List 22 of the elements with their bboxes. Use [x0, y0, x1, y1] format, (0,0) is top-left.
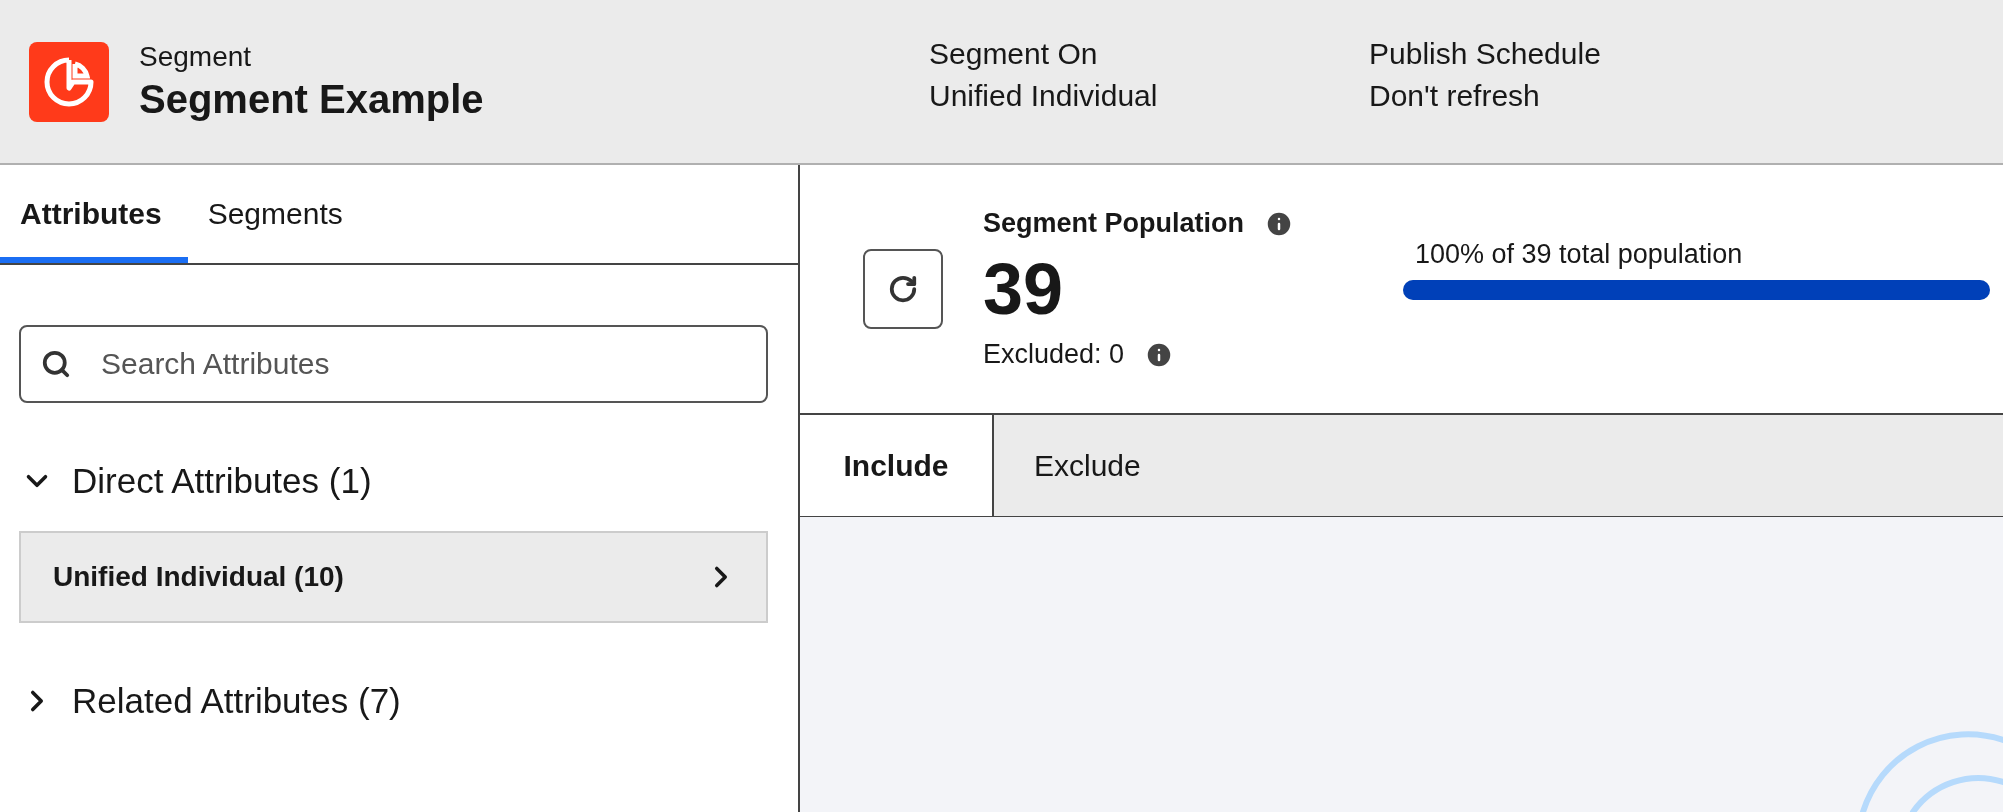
rule-tab[interactable]: Exclude [994, 415, 1181, 516]
refresh-icon [888, 274, 918, 304]
excluded-count: Excluded: 0 [983, 339, 1125, 370]
refresh-button[interactable] [863, 249, 943, 329]
search-field[interactable]: Search Attributes [19, 325, 768, 403]
population-count: 39 [983, 248, 1065, 331]
population-title: Segment Population [983, 208, 1244, 239]
section-toggle[interactable]: Related Attributes (7) [0, 671, 798, 731]
field-label: Publish Schedule [1369, 35, 1602, 72]
field-label: Segment On [929, 35, 1099, 72]
field-value: Unified Individual [929, 77, 1159, 114]
rule-tab[interactable]: Include [800, 415, 994, 516]
section-toggle[interactable]: Direct Attributes (1) [0, 451, 798, 511]
page-title: Segment Example [139, 77, 485, 122]
search-icon [41, 349, 71, 379]
progress-label: 100% of 39 total population [1414, 238, 1744, 270]
sidebar-tab[interactable]: Segments [187, 165, 369, 263]
app-name: Segment [139, 41, 253, 73]
segment-logo-icon [29, 41, 109, 122]
field-value: Don't refresh [1369, 77, 1541, 114]
attribute-item[interactable]: Unified Individual (10) [19, 531, 768, 623]
sidebar-tab[interactable]: Attributes [0, 165, 188, 263]
